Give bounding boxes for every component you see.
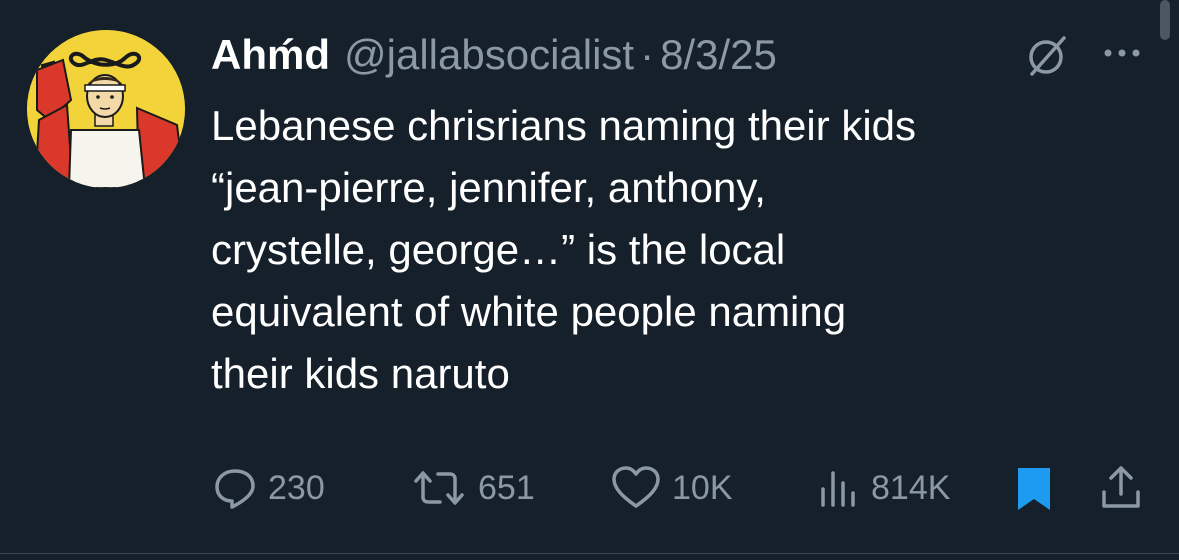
views-count: 814K <box>871 468 951 507</box>
grok-icon <box>1029 36 1066 76</box>
tweet-divider <box>0 553 1179 554</box>
bookmark-button[interactable] <box>1012 458 1066 518</box>
avatar[interactable] <box>27 30 185 188</box>
more-button[interactable] <box>1098 38 1148 68</box>
repost-count: 651 <box>478 468 535 507</box>
reply-button[interactable]: 230 <box>212 458 325 518</box>
tweet-text-line: Lebanese chrisrians naming their kids <box>211 102 917 149</box>
scrollbar-thumb[interactable] <box>1160 0 1170 40</box>
tweet-header: Ahḿd @jallabsocialist · 8/3/25 <box>211 28 777 82</box>
repost-button[interactable]: 651 <box>410 458 535 518</box>
reply-count: 230 <box>268 468 325 507</box>
heart-icon <box>612 466 660 508</box>
more-icon <box>1104 49 1140 57</box>
like-count: 10K <box>672 468 733 507</box>
author-name[interactable]: Ahḿd <box>211 28 330 82</box>
author-handle[interactable]: @jallabsocialist <box>344 28 634 82</box>
separator-dot: · <box>640 31 655 78</box>
views-button[interactable]: 814K <box>815 458 950 518</box>
share-icon <box>1102 466 1140 508</box>
action-bar: 230 651 10K 814K <box>0 458 1179 518</box>
reply-icon <box>215 469 255 509</box>
like-button[interactable]: 10K <box>610 458 733 518</box>
tweet-text-line: “jean-pierre, jennifer, anthony, <box>211 164 766 211</box>
tweet-text-line: their kids naruto <box>211 350 510 397</box>
tweet-text-line: equivalent of white people naming <box>211 288 847 335</box>
avatar-image <box>27 30 185 188</box>
tweet[interactable]: Ahḿd @jallabsocialist · 8/3/25 Lebanese … <box>0 0 1179 556</box>
share-button[interactable] <box>1098 458 1154 518</box>
views-icon <box>821 471 855 507</box>
tweet-date[interactable]: 8/3/25 <box>660 28 777 82</box>
tweet-text-line: crystelle, george…” is the local <box>211 226 786 273</box>
repost-icon <box>414 471 464 505</box>
bookmark-icon <box>1018 468 1050 510</box>
grok-button[interactable] <box>1022 34 1072 78</box>
tweet-text: Lebanese chrisrians naming their kids “j… <box>211 95 1151 405</box>
